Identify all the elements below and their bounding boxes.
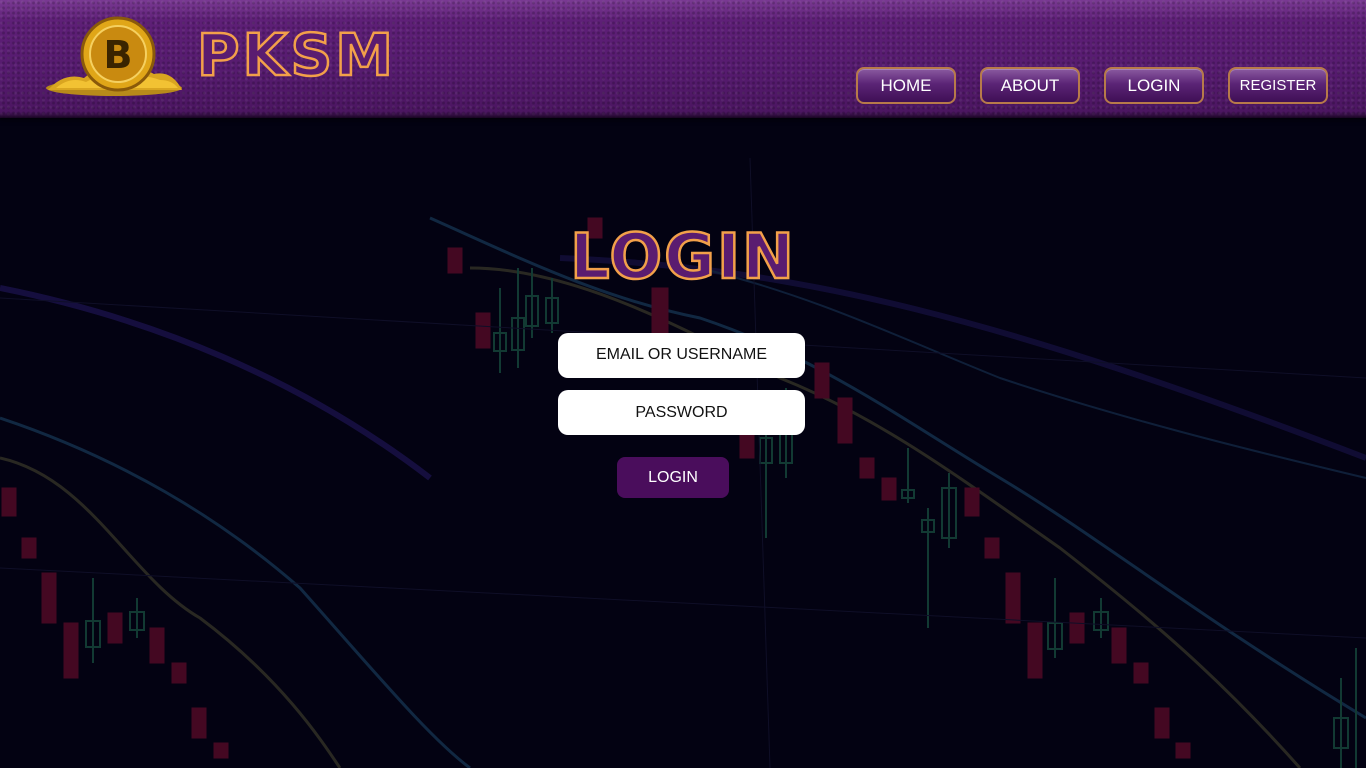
site-brand-name[interactable]: PKSM	[196, 25, 396, 86]
password-input[interactable]	[558, 390, 805, 435]
login-submit-button[interactable]: LOGIN	[617, 457, 729, 498]
bitcoin-letter: B	[104, 33, 133, 77]
nav-login-button[interactable]: LOGIN	[1104, 67, 1204, 104]
bitcoin-gold-coin-icon[interactable]: B	[44, 14, 184, 98]
nav-home-button[interactable]: HOME	[856, 67, 956, 104]
site-header: B PKSM HOME ABOUT LOGIN REGISTER	[0, 0, 1366, 118]
main-nav: HOME ABOUT LOGIN REGISTER	[856, 67, 1328, 104]
nav-about-button[interactable]: ABOUT	[980, 67, 1080, 104]
email-username-input[interactable]	[558, 333, 805, 378]
nav-register-button[interactable]: REGISTER	[1228, 67, 1328, 104]
login-title: LOGIN	[569, 220, 796, 293]
page: B PKSM HOME ABOUT LOGIN REGISTER LOGIN L…	[0, 0, 1366, 768]
background-candlestick-chart	[0, 157, 1366, 768]
